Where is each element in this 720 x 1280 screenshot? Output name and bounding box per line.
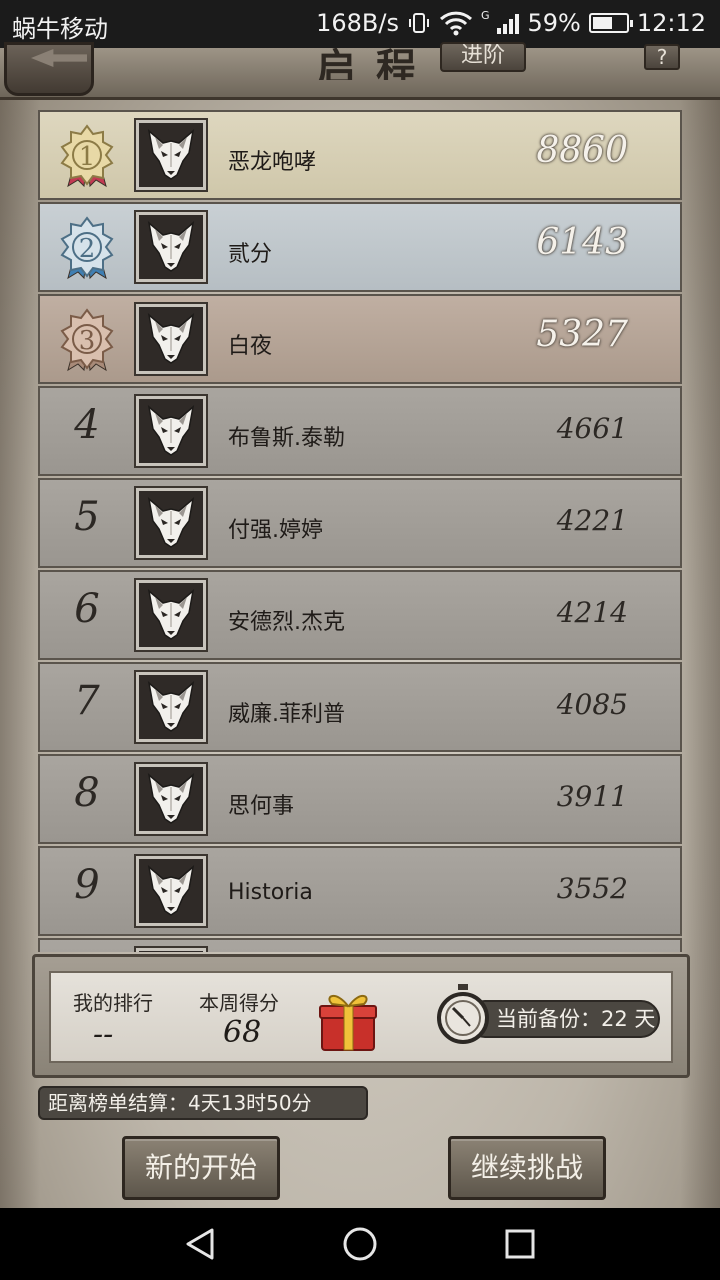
wolf-avatar-icon: [147, 589, 195, 640]
page-title: 启程: [316, 45, 436, 80]
status-right: 168B/s G 59% 12:12: [316, 9, 706, 37]
vibrate-icon: [408, 13, 429, 33]
wolf-avatar-icon: [147, 773, 195, 824]
player-score: 8860: [536, 130, 628, 171]
rank-number: 9: [74, 862, 100, 908]
advance-button[interactable]: 进阶: [440, 42, 526, 72]
player-name: Historia: [228, 880, 313, 905]
player-avatar: [136, 948, 206, 952]
ranking-row[interactable]: 7 威廉.菲利普 4085: [38, 662, 682, 752]
player-avatar: [136, 764, 206, 834]
wolf-avatar-icon: [147, 497, 195, 548]
my-rank-value: --: [93, 1017, 114, 1052]
ranking-row[interactable]: 8 思何事 3911: [38, 754, 682, 844]
player-score: 5327: [536, 314, 628, 355]
svg-text:1: 1: [79, 142, 96, 172]
player-score: 4085: [556, 688, 628, 721]
wolf-avatar-icon: [147, 129, 195, 180]
battery-percent: 59%: [527, 9, 581, 37]
settlement-countdown: 距离榜单结算：4天13时50分: [38, 1086, 368, 1120]
player-score: 3911: [556, 780, 628, 813]
player-avatar: [136, 396, 206, 466]
medal-icon: 1: [60, 124, 114, 188]
wolf-avatar-icon: [147, 865, 195, 916]
rank-number: 6: [74, 586, 100, 632]
recents-nav-icon[interactable]: [502, 1226, 538, 1262]
player-avatar: [136, 488, 206, 558]
ranking-row[interactable]: 3 白夜 5327: [38, 294, 682, 384]
my-rank-label: 我的排行: [73, 991, 153, 1015]
player-avatar: [136, 304, 206, 374]
new-start-button[interactable]: 新的开始: [122, 1136, 280, 1200]
player-score: 4661: [556, 412, 628, 445]
game-screen: 启程 进阶 ? 1 恶龙咆哮 8860 2 贰分 6143 3 白夜 5327 4 布鲁斯.泰勒 46…: [0, 42, 720, 1208]
player-avatar: [136, 212, 206, 282]
navigation-bar: [0, 1208, 720, 1280]
wifi-icon: [439, 11, 472, 36]
back-button[interactable]: [4, 42, 94, 96]
signal-icon: [497, 12, 520, 34]
home-nav-icon[interactable]: [342, 1226, 378, 1262]
help-button[interactable]: ?: [644, 44, 680, 70]
rank-number: 7: [74, 678, 100, 724]
carrier-name: 蜗牛移动: [12, 15, 108, 43]
medal-icon: 3: [60, 308, 114, 372]
player-score: 3552: [556, 872, 628, 905]
player-name: 贰分: [228, 242, 273, 267]
wolf-avatar-icon: [147, 313, 195, 364]
settlement-label: 距离榜单结算：: [48, 1091, 188, 1115]
ranking-row[interactable]: 9 Historia 3552: [38, 846, 682, 936]
stopwatch-icon: [437, 984, 489, 1044]
ranking-row[interactable]: 4 布鲁斯.泰勒 4661: [38, 386, 682, 476]
ranking-row[interactable]: 5 付强.婷婷 4221: [38, 478, 682, 568]
svg-text:2: 2: [79, 234, 96, 264]
player-name: 白夜: [228, 334, 273, 359]
player-score: 4221: [556, 504, 628, 537]
player-name: 安德烈.杰克: [228, 610, 345, 635]
player-name: 威廉.菲利普: [228, 702, 345, 727]
settlement-value: 4天13时50分: [188, 1091, 312, 1115]
gift-icon[interactable]: [318, 986, 378, 1052]
svg-text:3: 3: [79, 326, 96, 356]
continue-challenge-button[interactable]: 继续挑战: [448, 1136, 606, 1200]
player-score: 6143: [536, 222, 628, 263]
backup-text: 当前备份：22 天: [496, 1007, 656, 1031]
ranking-row[interactable]: 6 安德烈.杰克 4214: [38, 570, 682, 660]
weekly-score-value: 68: [223, 1015, 262, 1050]
ranking-row[interactable]: 2 贰分 6143: [38, 202, 682, 292]
player-score: 4214: [556, 596, 628, 629]
backup-days: 当前备份：22 天: [466, 1000, 660, 1038]
player-avatar: [136, 672, 206, 742]
header-bar: 启程 进阶 ?: [0, 42, 720, 100]
player-name: 思何事: [228, 794, 295, 819]
wolf-avatar-icon: [147, 681, 195, 732]
wolf-avatar-icon: [147, 221, 195, 272]
network-speed: 168B/s: [316, 9, 399, 37]
player-name: 布鲁斯.泰勒: [228, 426, 345, 451]
player-avatar: [136, 120, 206, 190]
player-name: 付强.婷婷: [228, 518, 323, 543]
battery-icon: [588, 13, 633, 33]
medal-icon: 2: [60, 216, 114, 280]
back-nav-icon[interactable]: [182, 1226, 218, 1262]
rank-number: 8: [74, 770, 100, 816]
ranking-row[interactable]: 1 恶龙咆哮 8860: [38, 110, 682, 200]
player-name: 恶龙咆哮: [228, 150, 317, 175]
wolf-avatar-icon: [147, 405, 195, 456]
player-avatar: [136, 580, 206, 650]
rank-number: 4: [74, 402, 100, 448]
rank-number: 5: [74, 494, 100, 540]
ranking-row-partial[interactable]: [38, 938, 682, 952]
weekly-score-label: 本周得分: [199, 991, 279, 1015]
clock: 12:12: [636, 9, 706, 37]
network-type: G: [480, 9, 490, 22]
player-avatar: [136, 856, 206, 926]
ranking-list[interactable]: 1 恶龙咆哮 8860 2 贰分 6143 3 白夜 5327 4 布鲁斯.泰勒 4661 5 付强.婷婷…: [38, 110, 684, 952]
